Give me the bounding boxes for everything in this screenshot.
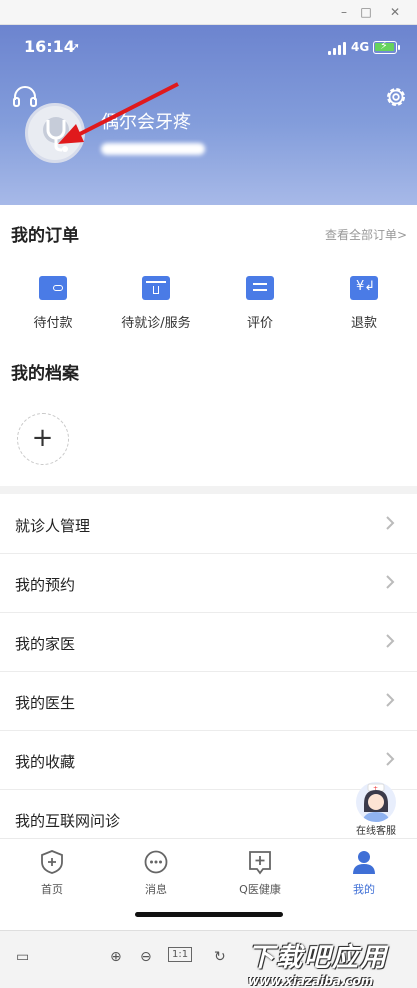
add-record-button[interactable]: + (17, 413, 69, 465)
order-label: 退款 (350, 316, 377, 331)
list-item-label: 我的医生 (15, 694, 76, 712)
plus-icon: + (31, 423, 54, 453)
minimize-button[interactable]: – (336, 4, 352, 20)
order-pending-payment[interactable]: 待付款 (3, 276, 103, 331)
orders-title: 我的订单 (11, 226, 79, 246)
tab-label: 我的 (353, 883, 375, 896)
bottom-tab-bar: 首页 消息 Q医健康 我的 (0, 838, 417, 902)
order-label: 待就诊/服务 (121, 316, 191, 331)
tab-label: 消息 (145, 883, 167, 896)
records-title: 我的档案 (11, 364, 79, 384)
zoom-out-icon[interactable]: ⊖ (140, 949, 152, 965)
message-icon (144, 850, 168, 874)
nurse-avatar-icon: + (356, 782, 396, 822)
network-type: 4G (351, 40, 370, 54)
list-item-family-doctor[interactable]: 我的家医 (0, 613, 417, 672)
comment-icon (246, 276, 274, 300)
home-indicator (135, 912, 283, 917)
tab-messages[interactable]: 消息 (116, 849, 196, 897)
list-item-patient-management[interactable]: 就诊人管理 (0, 495, 417, 554)
order-review[interactable]: 评价 (210, 276, 310, 331)
refund-icon: ¥↲ (350, 276, 378, 300)
status-time: 16:14 (24, 37, 75, 56)
profile-icon (353, 851, 375, 874)
service-label: 在线客服 (356, 826, 396, 837)
tab-health[interactable]: Q医健康 (220, 849, 300, 897)
list-item-label: 我的收藏 (15, 753, 76, 771)
maximize-button[interactable]: □ (358, 4, 374, 20)
settings-gear-icon[interactable] (384, 85, 408, 109)
watermark-title: 下载吧应用 (248, 943, 389, 973)
wallet-icon (39, 276, 67, 300)
order-label: 评价 (246, 316, 273, 331)
chevron-right-icon (386, 693, 395, 707)
thumbnail-icon[interactable]: ▭ (16, 949, 29, 965)
order-label: 待付款 (33, 316, 73, 331)
order-pending-visit[interactable]: 待就诊/服务 (106, 276, 206, 331)
annotation-arrow (58, 82, 179, 144)
list-item-label: 就诊人管理 (15, 517, 91, 535)
signal-icon (328, 41, 348, 55)
window-titlebar: – □ ✕ (0, 0, 417, 25)
headset-icon[interactable] (12, 85, 38, 109)
battery-icon: ⚡ (373, 39, 400, 54)
calendar-icon (142, 276, 170, 300)
status-bar: 16:14 ➚ 4G ⚡ (0, 37, 417, 61)
watermark-url: www.xiazaiba.com (248, 974, 374, 988)
chevron-right-icon (386, 516, 395, 530)
watermark-logo: 下载吧应用 www.xiazaiba.com (248, 937, 413, 988)
section-divider (0, 486, 417, 494)
chevron-right-icon (386, 752, 395, 766)
location-icon: ➚ (70, 40, 81, 54)
online-service-button[interactable]: + 在线客服 (351, 782, 401, 840)
tab-label: 首页 (41, 883, 63, 896)
list-item-appointments[interactable]: 我的预约 (0, 554, 417, 613)
list-item-label: 我的家医 (15, 635, 76, 653)
tab-profile[interactable]: 我的 (324, 849, 404, 897)
home-shield-icon (41, 850, 63, 874)
zoom-in-icon[interactable]: ⊕ (110, 949, 122, 965)
order-refund[interactable]: ¥↲ 退款 (314, 276, 414, 331)
list-item-label: 我的预约 (15, 576, 76, 594)
chevron-right-icon (386, 575, 395, 589)
list-item-my-doctors[interactable]: 我的医生 (0, 672, 417, 731)
rotate-icon[interactable]: ↻ (214, 949, 226, 965)
close-button[interactable]: ✕ (387, 4, 403, 20)
actual-size-button[interactable]: 1:1 (168, 947, 193, 962)
tab-home[interactable]: 首页 (12, 849, 92, 897)
health-icon (249, 851, 271, 875)
chevron-right-icon (386, 634, 395, 648)
list-item-label: 我的互联网问诊 (15, 812, 121, 830)
tab-label: Q医健康 (239, 883, 281, 896)
see-all-orders-link[interactable]: 查看全部订单> (325, 226, 407, 243)
